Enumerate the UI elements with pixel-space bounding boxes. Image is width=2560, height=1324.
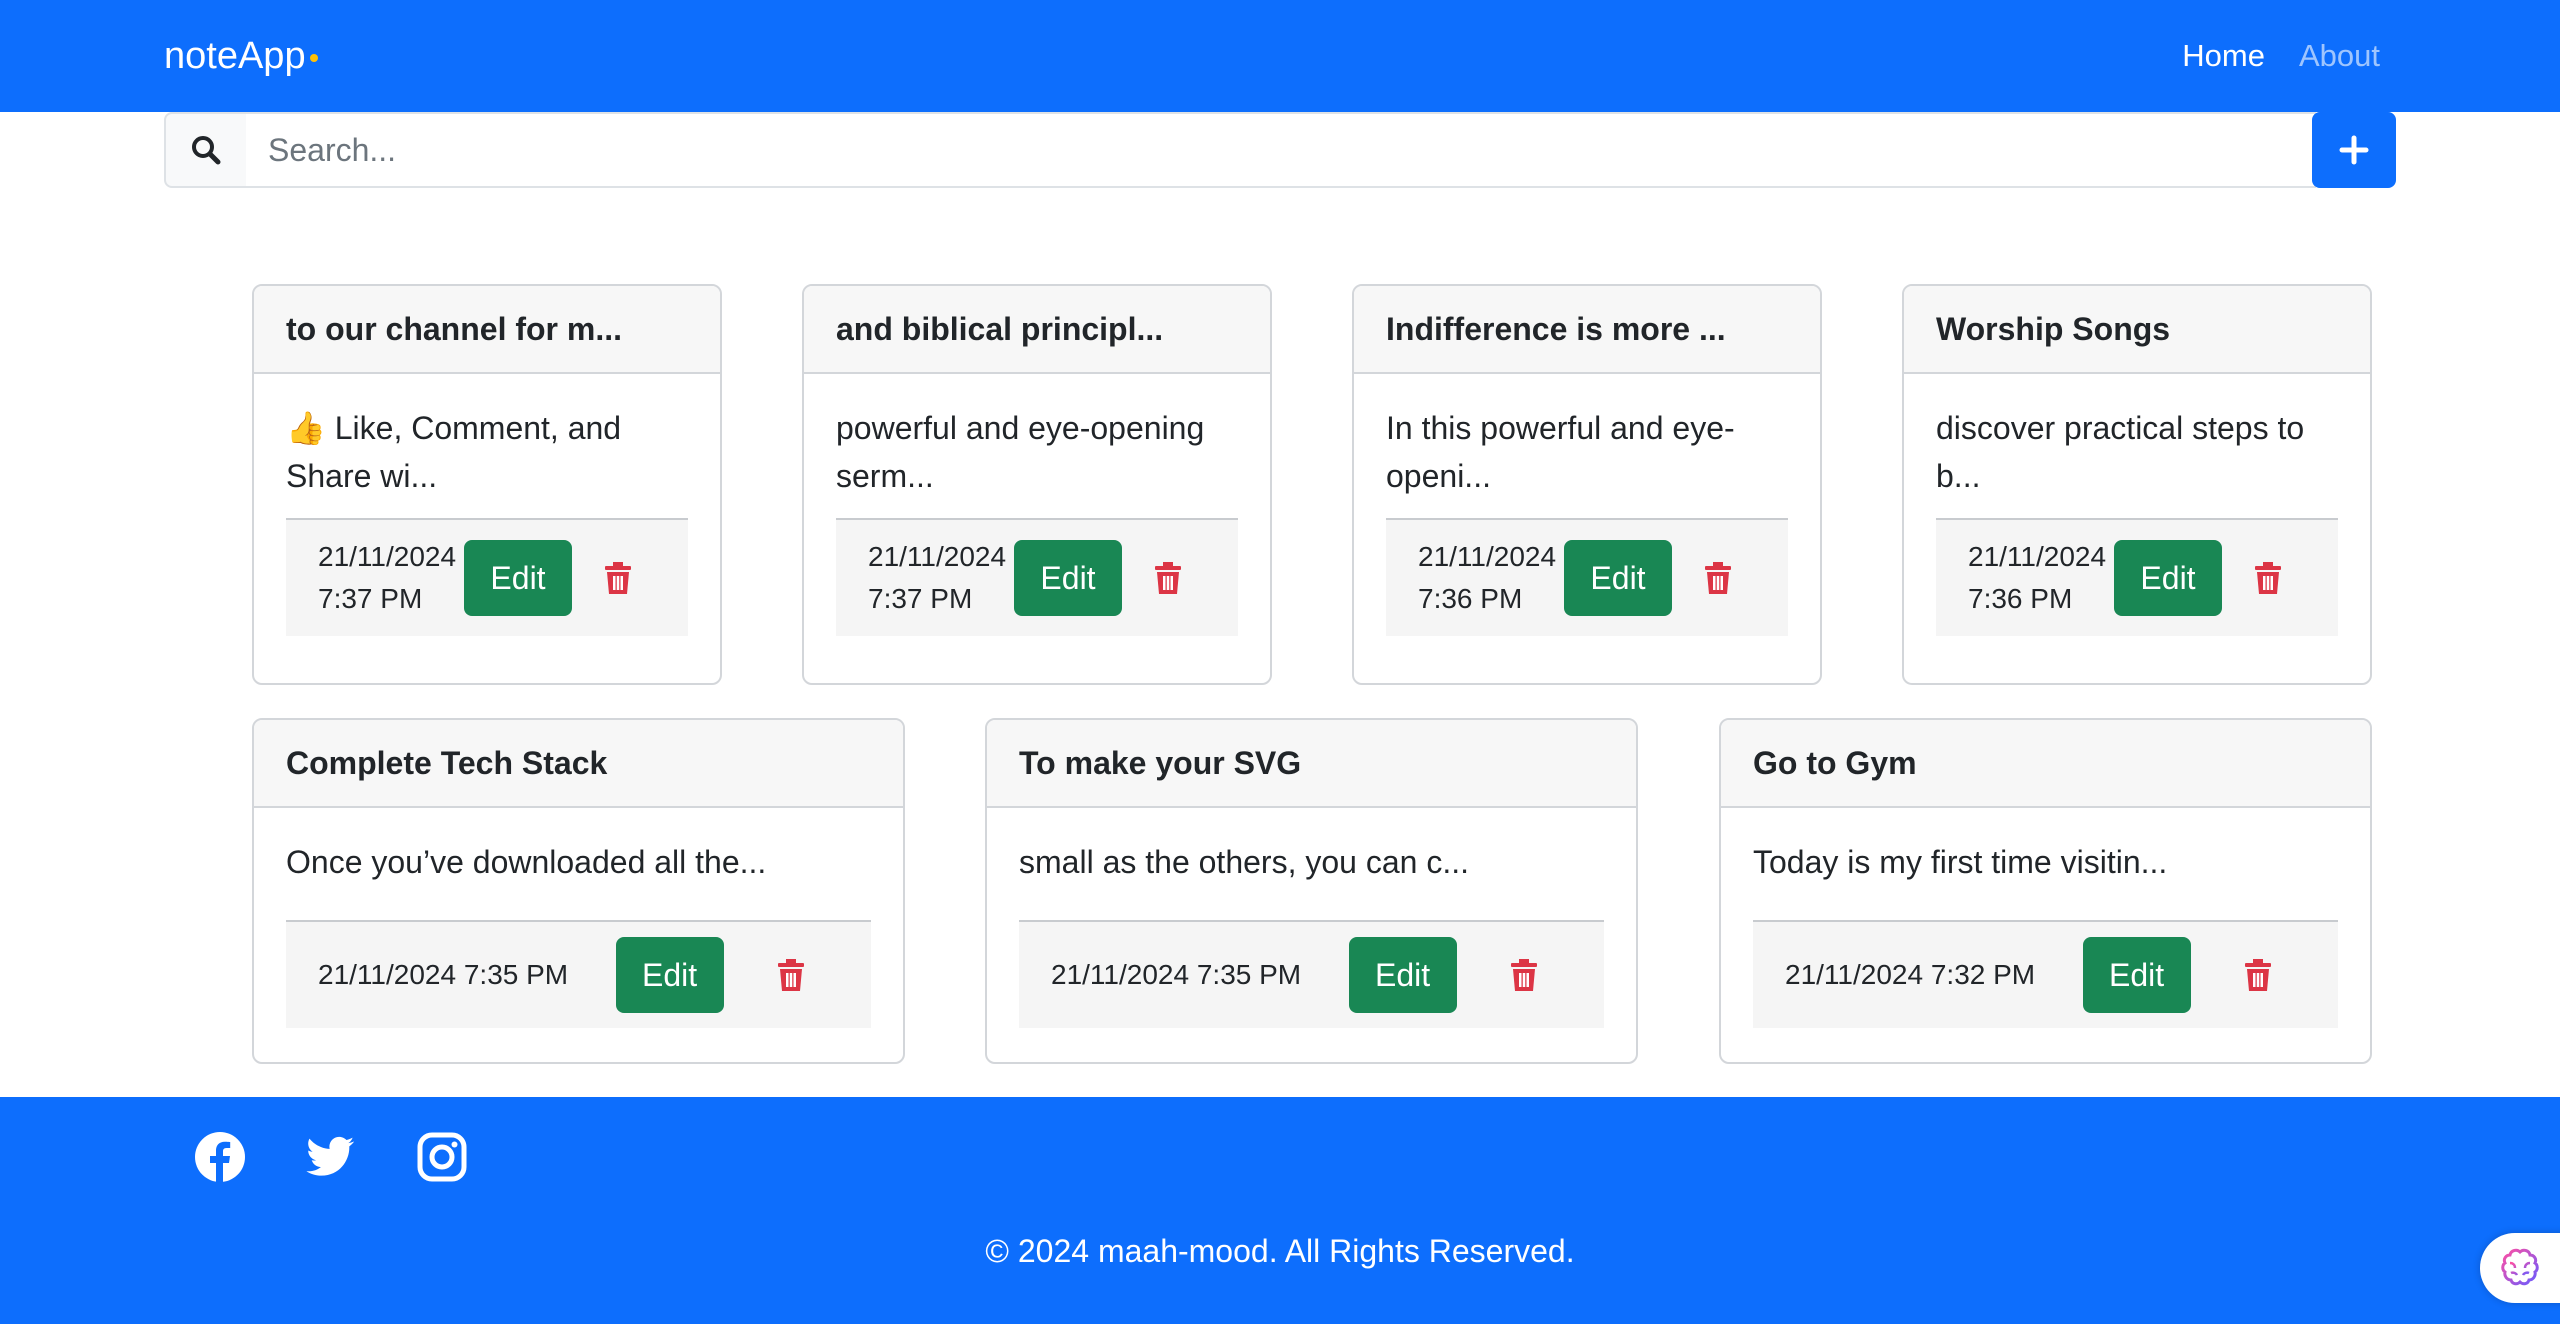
brand-logo[interactable]: noteApp (164, 34, 318, 78)
note-card: Worship Songs discover practical steps t… (1902, 284, 2372, 685)
navbar: noteApp Home About (0, 0, 2560, 112)
note-date: 21/11/2024 (868, 541, 1007, 572)
note-footer: 21/11/2024 7:37 PM Edit (286, 518, 688, 636)
nav-about-link[interactable]: About (2299, 36, 2380, 76)
edit-button[interactable]: Edit (2082, 937, 2191, 1013)
note-footer: 21/11/2024 7:37 PM Edit (836, 518, 1238, 636)
note-footer: 21/11/2024 7:36 PM Edit (1386, 518, 1788, 636)
note-card: to our channel for m... 👍 Like, Comment,… (252, 284, 722, 685)
brand-dot (309, 53, 318, 62)
note-date: 21/11/2024 (318, 541, 457, 572)
edit-button[interactable]: Edit (615, 937, 724, 1013)
note-footer: 21/11/2024 7:32 PM Edit (1753, 920, 2338, 1028)
note-card: Complete Tech Stack Once you’ve download… (252, 718, 905, 1064)
twitter-icon[interactable] (304, 1131, 356, 1183)
note-date: 21/11/2024 (1418, 541, 1557, 572)
note-title: Indifference is more ... (1354, 286, 1820, 374)
note-timestamp: 21/11/2024 7:35 PM (318, 959, 569, 990)
facebook-icon[interactable] (194, 1131, 246, 1183)
search-bar (164, 112, 2396, 188)
note-timestamp: 21/11/2024 7:36 PM (1968, 536, 2114, 620)
note-timestamp: 21/11/2024 7:32 PM (1785, 959, 2036, 990)
edit-button[interactable]: Edit (1014, 540, 1122, 616)
note-body: discover practical steps to b... (1936, 410, 2305, 494)
search-input[interactable] (246, 112, 2316, 188)
nav-links: Home About (2182, 36, 2380, 76)
search-icon (192, 136, 221, 165)
note-card: Indifference is more ... In this powerfu… (1352, 284, 1822, 685)
note-date: 21/11/2024 (1968, 541, 2107, 572)
note-card: and biblical principl... powerful and ey… (802, 284, 1272, 685)
plus-icon (2339, 135, 2369, 165)
trash-icon[interactable] (1698, 558, 1738, 598)
brain-icon (2501, 1248, 2539, 1286)
note-timestamp: 21/11/2024 7:36 PM (1418, 536, 1564, 620)
search-icon-addon (164, 112, 248, 188)
note-timestamp: 21/11/2024 7:35 PM (1051, 959, 1302, 990)
trash-icon[interactable] (2238, 955, 2278, 995)
note-time: 7:36 PM (1968, 583, 2073, 614)
note-time: 7:36 PM (1418, 583, 1523, 614)
note-footer: 21/11/2024 7:35 PM Edit (286, 920, 871, 1028)
note-body: 👍 Like, Comment, and Share wi... (286, 410, 622, 494)
brand-text[interactable]: noteApp (164, 35, 306, 77)
note-body: Today is my first time visitin... (1753, 844, 2168, 880)
trash-icon[interactable] (771, 955, 811, 995)
note-time: 7:37 PM (868, 583, 973, 614)
note-timestamp: 21/11/2024 7:37 PM (868, 536, 1014, 620)
note-title: To make your SVG (987, 720, 1636, 808)
note-time: 7:37 PM (318, 583, 423, 614)
edit-button[interactable]: Edit (464, 540, 572, 616)
trash-icon[interactable] (1148, 558, 1188, 598)
note-timestamp: 21/11/2024 7:37 PM (318, 536, 464, 620)
note-body: Once you’ve downloaded all the... (286, 844, 767, 880)
copyright-text: © 2024 maah-mood. All Rights Reserved. (985, 1233, 1575, 1269)
extension-widget[interactable] (2480, 1233, 2560, 1303)
edit-button[interactable]: Edit (1564, 540, 1672, 616)
note-card: Go to Gym Today is my first time visitin… (1719, 718, 2372, 1064)
note-body: In this powerful and eye-openi... (1386, 410, 1735, 494)
trash-icon[interactable] (598, 558, 638, 598)
note-title: Worship Songs (1904, 286, 2370, 374)
edit-button[interactable]: Edit (2114, 540, 2222, 616)
footer: © 2024 maah-mood. All Rights Reserved. (0, 1097, 2560, 1324)
instagram-icon[interactable] (416, 1131, 468, 1183)
note-body: small as the others, you can c... (1019, 844, 1469, 880)
nav-home-link[interactable]: Home (2182, 36, 2265, 76)
note-title: to our channel for m... (254, 286, 720, 374)
note-body: powerful and eye-opening serm... (836, 410, 1205, 494)
note-title: Go to Gym (1721, 720, 2370, 808)
note-title: Complete Tech Stack (254, 720, 903, 808)
note-title: and biblical principl... (804, 286, 1270, 374)
edit-button[interactable]: Edit (1348, 937, 1457, 1013)
trash-icon[interactable] (1504, 955, 1544, 995)
note-footer: 21/11/2024 7:36 PM Edit (1936, 518, 2338, 636)
note-card: To make your SVG small as the others, yo… (985, 718, 1638, 1064)
add-note-button[interactable] (2312, 112, 2396, 188)
note-footer: 21/11/2024 7:35 PM Edit (1019, 920, 1604, 1028)
trash-icon[interactable] (2248, 558, 2288, 598)
